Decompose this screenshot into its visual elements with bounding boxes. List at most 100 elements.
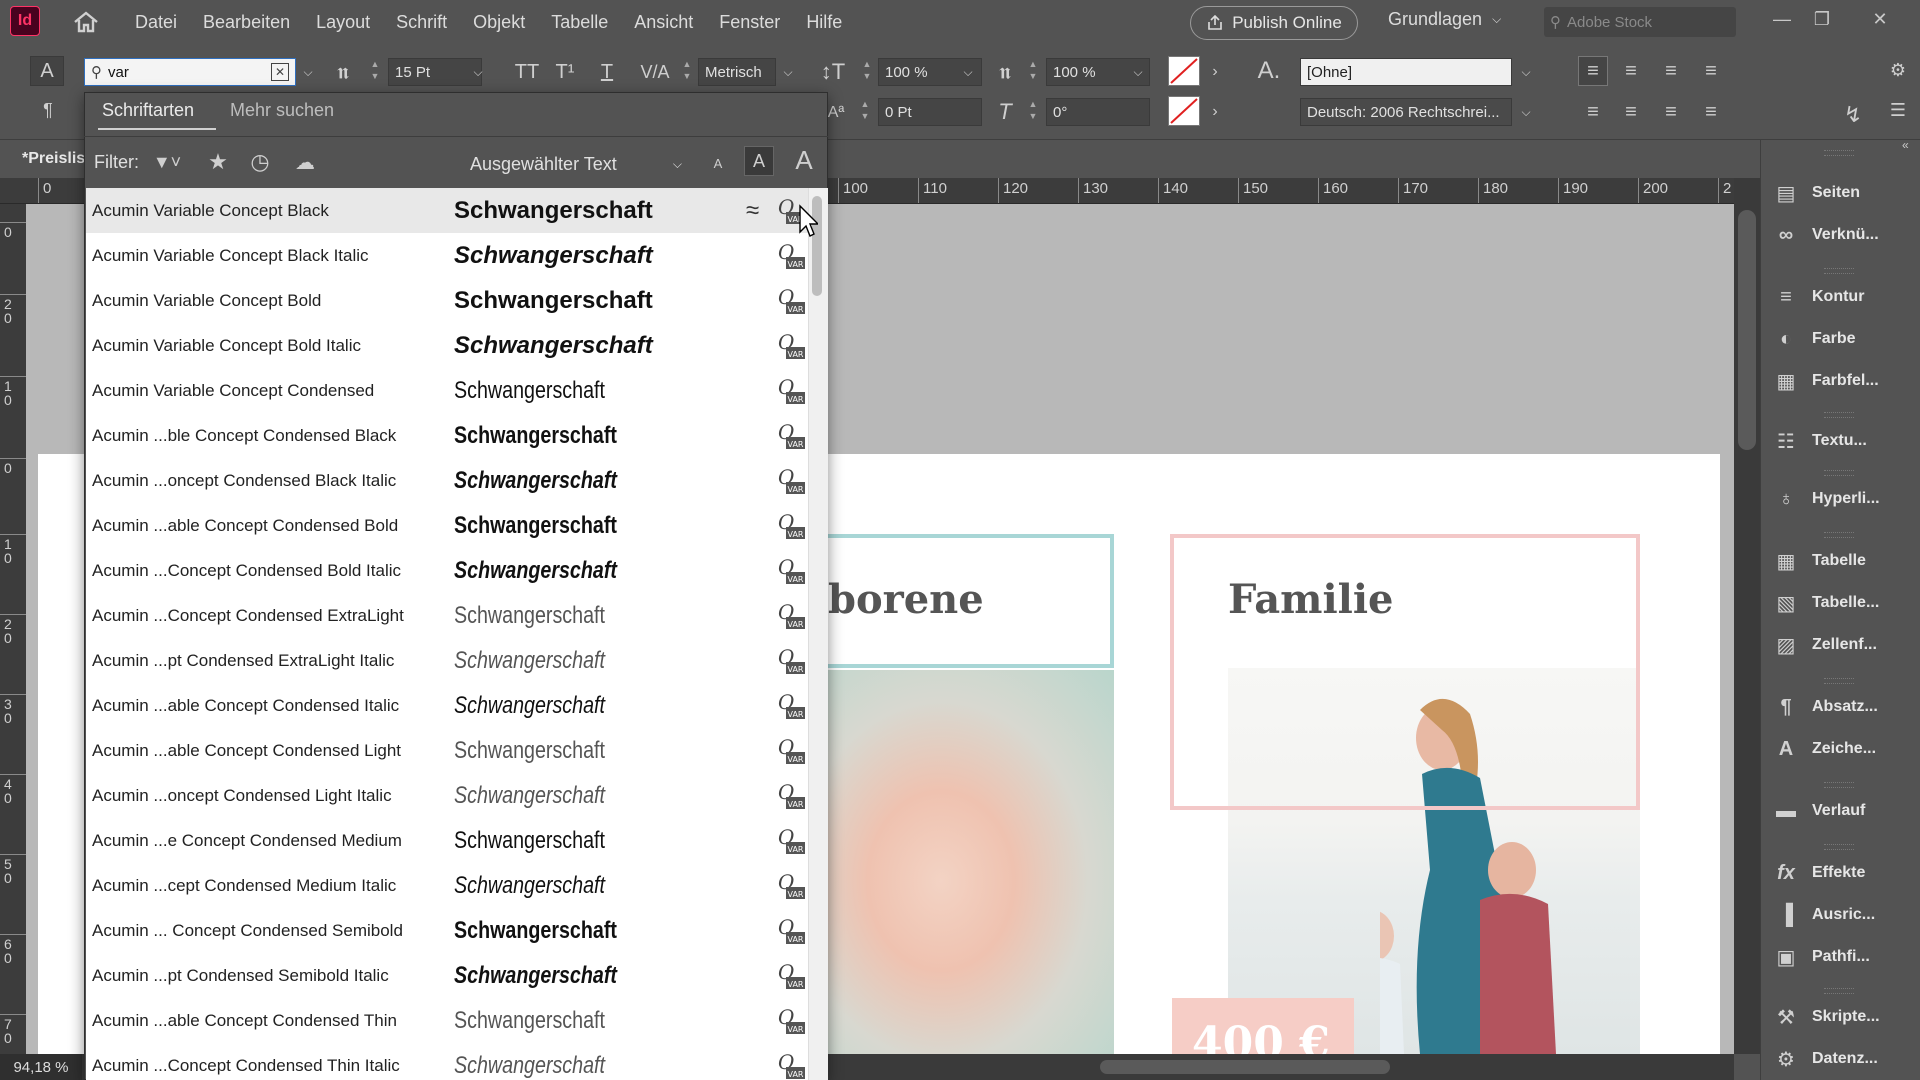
font-row[interactable]: Acumin Variable Concept Bold Schwangersch… xyxy=(86,278,808,323)
font-row[interactable]: Acumin ...Concept Condensed Bold Italic S… xyxy=(86,548,808,593)
menu-datei[interactable]: Datei xyxy=(122,0,190,44)
superscript-icon[interactable]: T¹ xyxy=(552,58,578,86)
font-row[interactable]: Acumin ...ble Concept Condensed Black Sch… xyxy=(86,413,808,458)
language-select[interactable]: Deutsch: 2006 Rechtschrei... xyxy=(1300,98,1512,126)
menu-schrift[interactable]: Schrift xyxy=(383,0,460,44)
star-icon[interactable]: ★ xyxy=(204,148,232,176)
panel-align[interactable]: ▐ Ausric... xyxy=(1772,898,1916,932)
menu-objekt[interactable]: Objekt xyxy=(460,0,538,44)
hscale-stepper[interactable]: ▲ ▼ xyxy=(1026,58,1040,86)
panel-cell-styles[interactable]: ▨ Zellenf... xyxy=(1772,628,1916,662)
chevron-down-icon[interactable]: ⌵ xyxy=(468,58,488,86)
justify-icon[interactable]: ≡ xyxy=(1696,56,1726,86)
panel-group-grip[interactable] xyxy=(1824,782,1854,788)
font-row[interactable]: Acumin ...able Concept Condensed Thin Sch… xyxy=(86,998,808,1043)
filter-icon[interactable]: ▼˅ xyxy=(148,148,186,176)
panel-group-grip[interactable] xyxy=(1824,268,1854,274)
horizontal-scroll-thumb[interactable] xyxy=(1100,1060,1390,1074)
justify-last-left-icon[interactable]: ≡ xyxy=(1578,98,1608,126)
lightning-icon[interactable]: ↯ xyxy=(1838,100,1868,130)
skew-field[interactable]: 0° xyxy=(1046,98,1150,126)
menu-tabelle[interactable]: Tabelle xyxy=(538,0,621,44)
align-center-icon[interactable]: ≡ xyxy=(1616,56,1646,86)
panel-table-styles[interactable]: ▧ Tabelle... xyxy=(1772,586,1916,620)
font-row[interactable]: Acumin Variable Concept Black Italic Schw… xyxy=(86,233,808,278)
collapse-panels-icon[interactable]: « xyxy=(1902,138,1909,152)
panel-group-grip[interactable] xyxy=(1824,678,1854,684)
home-icon[interactable] xyxy=(72,10,100,34)
kerning-field[interactable]: Metrisch xyxy=(698,58,776,86)
justify-last-center-icon[interactable]: ≡ xyxy=(1616,98,1646,126)
clock-icon[interactable]: ◷ xyxy=(246,148,274,176)
menu-hilfe[interactable]: Hilfe xyxy=(793,0,855,44)
chevron-right-icon[interactable]: › xyxy=(1206,98,1224,126)
small-sample-icon[interactable]: A xyxy=(708,150,728,176)
font-row[interactable]: Acumin Variable Concept Condensed Schwang… xyxy=(86,368,808,413)
menu-layout[interactable]: Layout xyxy=(303,0,383,44)
minimize-icon[interactable]: — xyxy=(1762,4,1802,34)
medium-sample-icon[interactable]: A xyxy=(744,146,774,176)
panel-effects[interactable]: fx Effekte xyxy=(1772,856,1916,890)
panel-swatches[interactable]: ▦ Farbfel... xyxy=(1772,364,1916,398)
adobe-stock-search[interactable]: ⚲ Adobe Stock xyxy=(1544,7,1736,37)
font-list-scrollbar[interactable] xyxy=(808,188,828,1080)
character-style-select[interactable]: [Ohne] xyxy=(1300,58,1512,86)
panel-paragraph-styles[interactable]: ¶ Absatz... xyxy=(1772,690,1916,724)
font-size-stepper[interactable]: ▲ ▼ xyxy=(368,58,382,86)
clear-icon[interactable]: ✕ xyxy=(271,63,289,81)
font-row[interactable]: Acumin ...oncept Condensed Black Italic S… xyxy=(86,458,808,503)
preview-select[interactable]: Ausgewählter Text ⌵ xyxy=(470,150,686,178)
menu-bearbeiten[interactable]: Bearbeiten xyxy=(190,0,303,44)
font-row[interactable]: Acumin ...able Concept Condensed Light Sc… xyxy=(86,728,808,773)
align-right-icon[interactable]: ≡ xyxy=(1656,56,1686,86)
chevron-right-icon[interactable]: › xyxy=(1206,58,1224,86)
panel-pages[interactable]: ▤ Seiten xyxy=(1772,176,1916,210)
cloud-sync-icon[interactable]: ☁ xyxy=(290,148,320,176)
publish-online-button[interactable]: Publish Online xyxy=(1190,6,1358,40)
panel-text-wrap[interactable]: ☷ Textu... xyxy=(1772,424,1916,458)
panel-group-grip[interactable] xyxy=(1824,470,1854,476)
stroke-none-icon[interactable] xyxy=(1168,96,1200,126)
chevron-down-icon[interactable]: ⌵ xyxy=(778,58,798,86)
vertical-ruler[interactable]: 0 20 10 0 10 20 30 40 50 60 70 xyxy=(0,204,26,1054)
panel-data-merge[interactable]: ⚙ Datenz... xyxy=(1772,1042,1916,1076)
font-row[interactable]: Acumin ...Concept Condensed ExtraLight Sc… xyxy=(86,593,808,638)
skew-stepper[interactable]: ▲ ▼ xyxy=(1026,98,1040,126)
vertical-scroll-thumb[interactable] xyxy=(1738,210,1756,450)
panel-character-styles[interactable]: A Zeiche... xyxy=(1772,732,1916,766)
close-icon[interactable]: ✕ xyxy=(1860,4,1900,34)
font-row[interactable]: Acumin ...able Concept Condensed Bold Sch… xyxy=(86,503,808,548)
paragraph-mode-icon[interactable]: ¶ xyxy=(36,98,60,122)
font-row[interactable]: Acumin ...e Concept Condensed Medium Schw… xyxy=(86,818,808,863)
panel-table[interactable]: ▦ Tabelle xyxy=(1772,544,1916,578)
restore-icon[interactable]: ❐ xyxy=(1802,4,1842,34)
chevron-down-icon[interactable]: ⌵ xyxy=(1128,58,1148,86)
justify-all-icon[interactable]: ≡ xyxy=(1656,98,1686,126)
gear-icon[interactable]: ⚙ xyxy=(1886,58,1910,82)
panel-group-grip[interactable] xyxy=(1824,988,1854,994)
font-row[interactable]: Acumin ...oncept Condensed Light Italic S… xyxy=(86,773,808,818)
workspace-switcher[interactable]: Grundlagen ⌵ xyxy=(1388,9,1501,30)
tab-mehr-suchen[interactable]: Mehr suchen xyxy=(230,100,334,121)
font-row[interactable]: Acumin ... Concept Condensed Semibold Sch… xyxy=(86,908,808,953)
kerning-stepper[interactable]: ▲ ▼ xyxy=(680,58,694,86)
font-row[interactable]: Acumin ...pt Condensed Semibold Italic Sc… xyxy=(86,953,808,998)
vscale-stepper[interactable]: ▲ ▼ xyxy=(860,58,874,86)
panel-gradient[interactable]: ▬ Verlauf xyxy=(1772,794,1916,828)
panel-color[interactable]: ◐ Farbe xyxy=(1772,322,1916,356)
baseline-shift-field[interactable]: 0 Pt xyxy=(878,98,982,126)
underline-icon[interactable]: T xyxy=(594,58,620,86)
panel-pathfinder[interactable]: ▣ Pathfi... xyxy=(1772,940,1916,974)
baby-photo[interactable] xyxy=(826,670,1114,1054)
align-spine-icon[interactable]: ≡ xyxy=(1696,98,1726,126)
panel-menu-icon[interactable]: ☰ xyxy=(1886,98,1910,122)
chevron-down-icon[interactable]: ⌵ xyxy=(298,58,318,86)
large-sample-icon[interactable]: A xyxy=(788,144,820,176)
align-left-icon[interactable]: ≡ xyxy=(1578,56,1608,86)
panel-group-grip[interactable] xyxy=(1824,532,1854,538)
menu-fenster[interactable]: Fenster xyxy=(706,0,793,44)
panel-group-grip[interactable] xyxy=(1824,150,1854,156)
font-list[interactable]: Acumin Variable Concept Black Schwangersc… xyxy=(86,188,808,1080)
document-tab[interactable]: *Preislis xyxy=(22,150,85,168)
tab-schriftarten[interactable]: Schriftarten xyxy=(102,100,194,121)
